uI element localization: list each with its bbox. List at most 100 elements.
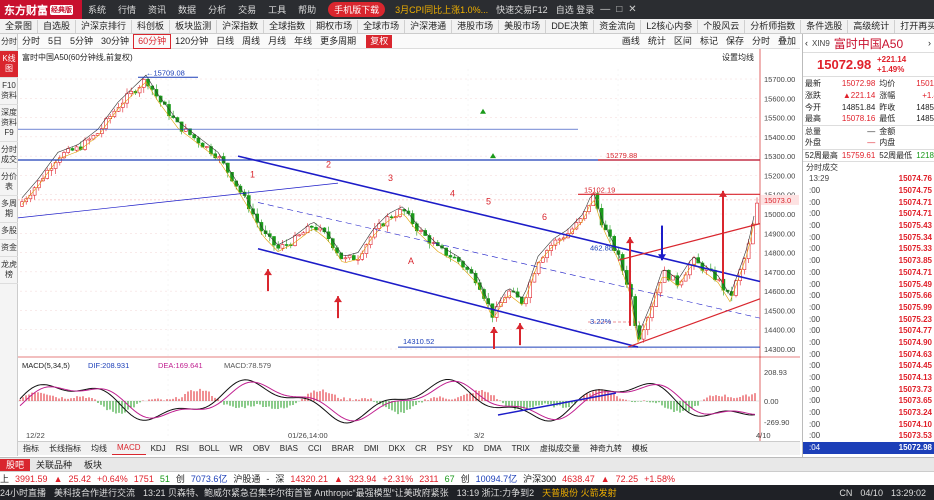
menu-info[interactable]: 资讯 [142, 3, 172, 16]
live-broadcast[interactable]: 24小时直播 [0, 486, 46, 499]
nav-item[interactable]: 沪深京排行 [76, 19, 133, 33]
tool-range[interactable]: 区间 [670, 35, 696, 48]
indicator-tab[interactable]: 神奇九转 [585, 443, 627, 455]
side-tab-price-table[interactable]: 分价表 [0, 169, 18, 196]
menu-data[interactable]: 数据 [172, 3, 202, 16]
menu-analysis[interactable]: 分析 [202, 3, 232, 16]
nav-item[interactable]: 美股市场 [499, 19, 547, 33]
indicator-tab[interactable]: KDJ [146, 443, 171, 455]
side-tab-multi-period[interactable]: 多周期 [0, 196, 18, 223]
indicator-tab-macd[interactable]: MACD [112, 442, 146, 455]
indicator-tab[interactable]: 长线指标 [44, 443, 86, 455]
status-news[interactable]: 13:21 贝森特、鲍威尔紧急召集华尔街首管 Anthropic“最强模型”让美… [143, 486, 449, 499]
tool-mark[interactable]: 标记 [696, 35, 722, 48]
tool-stats[interactable]: 统计 [644, 35, 670, 48]
indicator-tab[interactable]: DMI [359, 443, 384, 455]
side-tab-trades[interactable]: 分时成交 [0, 142, 18, 169]
indicator-tab[interactable]: DKX [384, 443, 410, 455]
indicator-tab[interactable]: BIAS [275, 443, 303, 455]
nav-item[interactable]: 港股市场 [452, 19, 500, 33]
minimize-icon[interactable]: — [600, 4, 610, 15]
menu-trade[interactable]: 交易 [232, 3, 262, 16]
nav-right-item[interactable]: 打开再买 [895, 20, 934, 33]
menu-help[interactable]: 帮助 [292, 3, 322, 16]
indicator-tab[interactable]: CR [410, 443, 432, 455]
kline-chart-svg[interactable]: 15700.00 15600.00 15500.00 15400.00 15300.00… [17, 49, 800, 441]
tool-intraday[interactable]: 分时 [748, 35, 774, 48]
nav-item[interactable]: 全景图 [0, 19, 39, 33]
nav-item[interactable]: 期权市场 [311, 19, 359, 33]
tab-sector[interactable]: 板块 [78, 459, 108, 471]
tool-overlay[interactable]: 叠加 [774, 35, 800, 48]
side-tab-dragon-tiger[interactable]: 龙虎榜 [0, 257, 18, 284]
close-icon[interactable]: ✕ [628, 4, 636, 15]
indicator-tab[interactable]: WR [225, 443, 248, 455]
ma-settings-button[interactable]: 设置均线 [722, 52, 754, 63]
side-tab-f9[interactable]: 深度资料F9 [0, 105, 18, 142]
nav-item[interactable]: DDE决策 [546, 19, 595, 33]
mobile-download-button[interactable]: 手机版下载 [328, 2, 386, 17]
tab-related[interactable]: 关联品种 [30, 459, 78, 471]
nav-item[interactable]: 板块监测 [170, 19, 218, 33]
menu-quotes[interactable]: 行情 [112, 3, 142, 16]
indicator-tab[interactable]: CCI [303, 443, 327, 455]
nav-item[interactable]: 沪深指数 [217, 19, 265, 33]
next-icon[interactable]: › [928, 38, 931, 48]
indicator-tab[interactable]: TRIX [507, 443, 535, 455]
prev-icon[interactable]: ‹ [805, 38, 808, 48]
indicator-tab[interactable]: BRAR [327, 443, 359, 455]
side-tab-f10[interactable]: F10资料 [0, 78, 18, 105]
side-tab-multi-stock[interactable]: 多股 [0, 223, 18, 240]
menu-system[interactable]: 系统 [82, 3, 112, 16]
indicator-tab[interactable]: 指标 [18, 443, 44, 455]
login-button[interactable]: 自选 登录 [556, 3, 595, 16]
period-120min[interactable]: 120分钟 [171, 35, 212, 48]
nav-item[interactable]: 条件选股 [801, 19, 849, 33]
indicator-tab[interactable]: KD [458, 443, 479, 455]
news-headline[interactable]: 3月CPI同比上涨1.0%... [395, 3, 488, 16]
period-5day[interactable]: 5日 [44, 35, 66, 48]
fuquan-button[interactable]: 复权 [366, 34, 393, 48]
indicator-tab[interactable]: RSI [171, 443, 194, 455]
nav-item[interactable]: 自选股 [38, 19, 77, 33]
period-year[interactable]: 年线 [290, 35, 316, 48]
period-week[interactable]: 周线 [238, 35, 264, 48]
kline-chart-area[interactable]: 15700.00 15600.00 15500.00 15400.00 15300.00… [17, 49, 800, 441]
period-intraday[interactable]: 分时 [18, 35, 44, 48]
status-news[interactable]: 美科技合作进行交流 [54, 486, 135, 499]
indicator-tab[interactable]: OBV [248, 443, 275, 455]
side-tab-kline[interactable]: K线图 [0, 51, 18, 78]
tool-draw[interactable]: 画线 [618, 35, 644, 48]
period-month[interactable]: 月线 [264, 35, 290, 48]
nav-item[interactable]: 个股风云 [698, 19, 746, 33]
nav-item[interactable]: 分析师指数 [745, 19, 802, 33]
indicator-tab[interactable]: 模板 [627, 443, 653, 455]
nav-item[interactable]: 沪深港通 [405, 19, 453, 33]
ticks-table[interactable]: 13:29 15074.76:00 15074.75:00 15074.71:00 15… [803, 173, 934, 454]
nav-right-item[interactable]: 高级统计 [848, 19, 896, 33]
period-60min[interactable]: 60分钟 [133, 33, 172, 49]
nav-item[interactable]: 全球市场 [358, 19, 406, 33]
maximize-icon[interactable]: □ [616, 4, 622, 15]
status-news[interactable]: 13:19 浙江:力争到2 [457, 486, 535, 499]
side-tab-intraday[interactable]: 分时 [0, 34, 18, 51]
side-tab-funds[interactable]: 资金 [0, 240, 18, 257]
indicator-tab[interactable]: 虚拟成交量 [535, 443, 585, 455]
period-5min[interactable]: 5分钟 [66, 35, 97, 48]
nav-item[interactable]: 科创板 [132, 19, 171, 33]
menu-tools[interactable]: 工具 [262, 3, 292, 16]
tool-save[interactable]: 保存 [722, 35, 748, 48]
status-news[interactable]: 天普股份 火箭发射 [542, 486, 617, 499]
period-more[interactable]: 更多周期 [316, 35, 360, 48]
period-30min[interactable]: 30分钟 [97, 35, 133, 48]
indicator-tab[interactable]: BOLL [194, 443, 224, 455]
nav-item[interactable]: 资金流向 [594, 19, 642, 33]
nav-item[interactable]: 全球指数 [264, 19, 312, 33]
indicator-tab[interactable]: 均线 [86, 443, 112, 455]
indicator-tab[interactable]: DMA [479, 443, 507, 455]
period-day[interactable]: 日线 [212, 35, 238, 48]
nav-item[interactable]: L2核心内参 [641, 19, 699, 33]
indicator-tab[interactable]: PSY [432, 443, 458, 455]
tab-forum[interactable]: 股吧 [0, 458, 31, 471]
quick-trade-button[interactable]: 快速交易F12 [496, 3, 548, 16]
